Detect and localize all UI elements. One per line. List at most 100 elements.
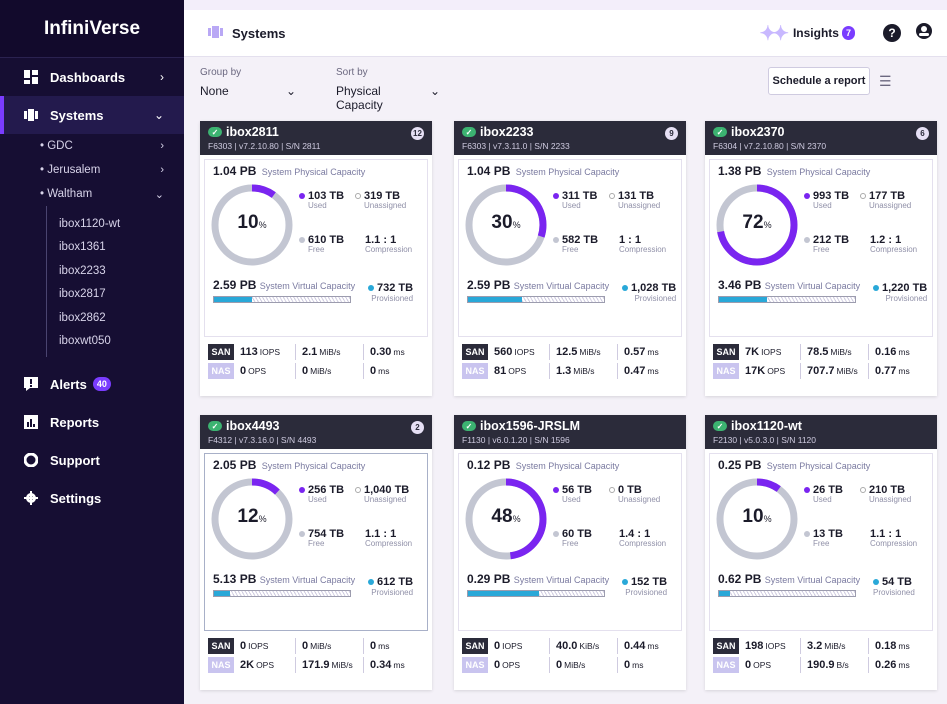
unassigned-label: Unassigned (618, 495, 661, 504)
support-lifebuoy-icon (23, 452, 39, 468)
free-stat: 13 TB Free (804, 528, 843, 548)
virtual-capacity-label: System Virtual Capacity (259, 575, 356, 585)
card-header[interactable]: ✓ ibox2370 F6304 | v7.2.10.80 | S/N 2370 … (705, 121, 937, 155)
alert-count-badge[interactable]: 12 (411, 127, 424, 140)
nas-iops-unit: OPS (753, 659, 772, 670)
system-details: F4312 | v7.3.16.0 | S/N 4493 (208, 435, 317, 445)
used-dot (299, 193, 305, 199)
alerts-count-badge: 40 (92, 377, 111, 391)
group-by-select[interactable]: Group by None ⌄ (200, 67, 296, 112)
free-stat: 212 TB Free (804, 234, 849, 254)
nas-throughput-value: 1.3 (556, 364, 572, 377)
san-throughput-unit: MiB/s (319, 346, 341, 357)
card-header[interactable]: ✓ ibox2811 F6303 | v7.2.10.80 | S/N 2811 … (200, 121, 432, 155)
nas-throughput-unit: MiB/s (564, 659, 586, 670)
used-label: Used (562, 201, 581, 210)
unassigned-label: Unassigned (869, 495, 912, 504)
sidebar-system-item[interactable]: iboxwt050 (47, 330, 184, 354)
performance-table: SAN 198 IOPS 3.2 MiB/s 0.18 ms NAS 0 OPS 190… (709, 636, 933, 674)
compression-label: Compression (365, 245, 413, 254)
nav-systems[interactable]: Systems ⌄ (0, 96, 184, 134)
user-account-icon[interactable] (915, 22, 933, 45)
nav-alerts[interactable]: Alerts 40 (0, 365, 184, 403)
san-latency-unit: ms (898, 346, 910, 357)
nav-settings[interactable]: Settings (0, 479, 184, 517)
card-header[interactable]: ✓ ibox4493 F4312 | v7.3.16.0 | S/N 4493 2 (200, 415, 432, 449)
san-iops-value: 7K (745, 345, 760, 358)
sidebar-group-gdc[interactable]: • GDC › (0, 134, 184, 158)
nav-reports[interactable]: Reports (0, 403, 184, 441)
virtual-capacity-value: 5.13 PB (213, 572, 257, 586)
nav-dashboards[interactable]: Dashboards › (0, 58, 184, 96)
sidebar-system-item[interactable]: ibox2862 (47, 306, 184, 330)
alert-count-badge[interactable]: 2 (411, 421, 424, 434)
percent-sign: % (512, 514, 521, 524)
app-logo[interactable]: InfiniVerse (0, 0, 184, 58)
free-stat: 582 TB Free (553, 234, 598, 254)
nas-latency: 0 ms (364, 363, 395, 379)
provisioned-bar-fill (214, 297, 253, 302)
virtual-capacity-value: 3.46 PB (718, 278, 762, 292)
system-card[interactable]: ✓ ibox2811 F6303 | v7.2.10.80 | S/N 2811 … (200, 121, 432, 396)
capacity-panel: 0.25 PB System Physical Capacity 10% 26 … (709, 453, 933, 631)
schedule-report-button[interactable]: Schedule a report (768, 67, 870, 95)
system-card[interactable]: ✓ ibox1596-JRSLM F1130 | v6.0.1.20 | S/N … (454, 415, 686, 690)
san-iops-value: 113 (240, 345, 258, 358)
physical-capacity: 1.04 PB System Physical Capacity (467, 164, 673, 178)
system-card[interactable]: ✓ ibox4493 F4312 | v7.3.16.0 | S/N 4493 2… (200, 415, 432, 690)
sidebar-system-item[interactable]: ibox1120-wt (47, 212, 184, 236)
nas-protocol-label: NAS (713, 656, 739, 673)
card-header[interactable]: ✓ ibox2233 F6303 | v7.3.11.0 | S/N 2233 9 (454, 121, 686, 155)
san-throughput: 12.5 MiB/s (550, 343, 618, 360)
sort-by-select[interactable]: Sort by Physical Capacity ⌄ (336, 67, 440, 112)
physical-capacity-value: 0.12 PB (467, 458, 511, 472)
alert-count-badge[interactable]: 9 (665, 127, 678, 140)
used-label: Used (562, 495, 581, 504)
insights-label: Insights (792, 26, 839, 40)
insights-button[interactable]: ✦✦ Insights 7 (759, 21, 855, 46)
nas-latency-unit: ms (393, 659, 405, 670)
systems-icon (24, 108, 38, 122)
sidebar-system-item[interactable]: ibox2817 (47, 283, 184, 307)
system-details: F2130 | v5.0.3.0 | S/N 1120 (713, 435, 817, 445)
san-protocol-label: SAN (713, 637, 739, 654)
capacity-panel: 1.38 PB System Physical Capacity 72% 993… (709, 159, 933, 337)
virtual-capacity-value: 0.62 PB (718, 572, 762, 586)
nas-iops: 0 OPS (234, 362, 296, 379)
free-dot (553, 531, 559, 537)
sidebar-system-item[interactable]: ibox1361 (47, 236, 184, 260)
system-details: F6304 | v7.2.10.80 | S/N 2370 (713, 141, 827, 151)
sidebar-system-item[interactable]: ibox2233 (47, 259, 184, 283)
usage-percent-value: 10 (237, 212, 259, 233)
free-dot (553, 237, 559, 243)
provisioned-stat: 152 TB Provisioned (622, 576, 667, 597)
sidebar-group-waltham[interactable]: • Waltham ⌄ (0, 182, 184, 206)
group-by-value: None (200, 84, 229, 98)
nav-support[interactable]: Support (0, 441, 184, 479)
unassigned-stat: 210 TB Unassigned (860, 484, 911, 504)
nas-iops-value: 0 (240, 364, 247, 377)
help-icon[interactable]: ? (883, 24, 901, 42)
used-stat: 56 TB Used (553, 484, 592, 504)
system-card[interactable]: ✓ ibox2233 F6303 | v7.3.11.0 | S/N 2233 9… (454, 121, 686, 396)
provisioned-label: Provisioned (371, 588, 414, 597)
card-header[interactable]: ✓ ibox1596-JRSLM F1130 | v6.0.1.20 | S/N … (454, 415, 686, 449)
card-header[interactable]: ✓ ibox1120-wt F2130 | v5.0.3.0 | S/N 1120 (705, 415, 937, 449)
used-label: Used (308, 201, 327, 210)
provisioned-stat: 54 TB Provisioned (873, 576, 915, 597)
alert-count-badge[interactable]: 6 (916, 127, 929, 140)
system-card[interactable]: ✓ ibox1120-wt F2130 | v5.0.3.0 | S/N 1120… (705, 415, 937, 690)
percent-sign: % (763, 514, 772, 524)
usage-percent-value: 12 (237, 506, 259, 527)
list-view-icon[interactable]: ☰ (879, 73, 892, 90)
nas-performance-row: NAS 0 OPS 0 MiB/s 0 ms (458, 655, 682, 674)
system-card[interactable]: ✓ ibox2370 F6304 | v7.2.10.80 | S/N 2370 … (705, 121, 937, 396)
san-protocol-label: SAN (462, 343, 488, 360)
san-iops-unit: IOPS (248, 640, 269, 651)
usage-percent: 12% (211, 506, 293, 528)
san-performance-row: SAN 7K IOPS 78.5 MiB/s 0.16 ms (709, 342, 933, 361)
percent-sign: % (258, 514, 267, 524)
san-latency: 0.57 ms (618, 344, 665, 360)
chevron-down-icon: ⌄ (153, 108, 164, 122)
sidebar-group-jerusalem[interactable]: • Jerusalem › (0, 158, 184, 182)
